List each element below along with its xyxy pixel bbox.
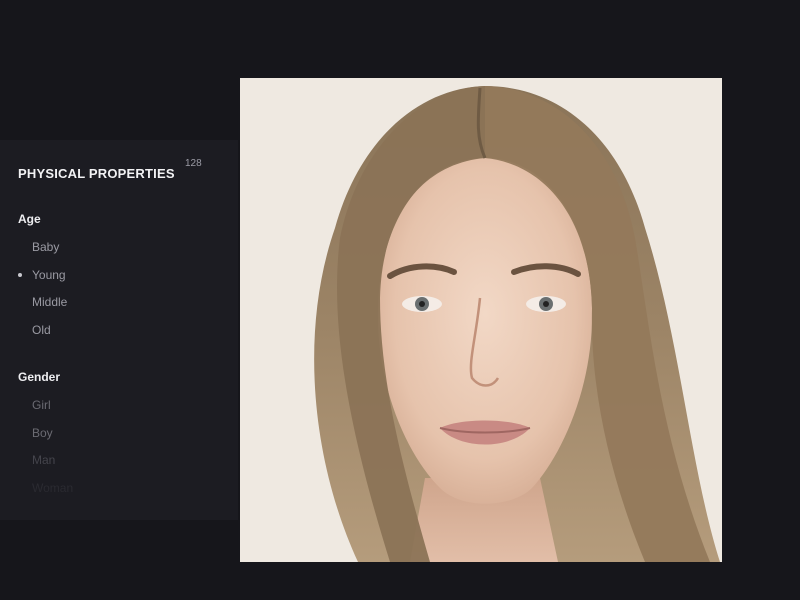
gender-option-man[interactable]: Man <box>14 450 194 470</box>
face-portrait-image <box>314 86 720 562</box>
gender-option-woman[interactable]: Woman <box>14 478 194 498</box>
age-option-baby[interactable]: Baby <box>14 237 194 257</box>
app-window: PHYSICAL PROPERTIES 128 Age Baby Young M… <box>0 0 800 600</box>
left-pupil <box>419 301 425 307</box>
right-pupil <box>543 301 549 307</box>
gender-option-girl[interactable]: Girl <box>14 395 194 415</box>
option-label: Old <box>32 323 51 337</box>
option-label: Baby <box>32 240 60 254</box>
option-label: Middle <box>32 295 68 309</box>
age-option-old[interactable]: Old <box>14 320 194 340</box>
age-option-middle[interactable]: Middle <box>14 292 194 312</box>
gender-option-boy[interactable]: Boy <box>14 423 194 443</box>
age-option-young[interactable]: Young <box>14 265 194 285</box>
age-group-title: Age <box>18 212 41 226</box>
filter-sidebar: PHYSICAL PROPERTIES 128 Age Baby Young M… <box>0 140 238 520</box>
gender-group-title: Gender <box>18 370 61 384</box>
option-label: Young <box>32 268 66 282</box>
panel-title: PHYSICAL PROPERTIES <box>18 166 175 181</box>
option-label: Boy <box>32 426 53 440</box>
result-count: 128 <box>185 158 202 169</box>
selected-bullet-icon <box>18 273 22 277</box>
option-label: Woman <box>32 481 74 495</box>
panel-header: PHYSICAL PROPERTIES 128 <box>18 158 218 186</box>
option-label: Man <box>32 453 56 467</box>
option-label: Girl <box>32 398 51 412</box>
generated-face-preview <box>240 78 722 562</box>
